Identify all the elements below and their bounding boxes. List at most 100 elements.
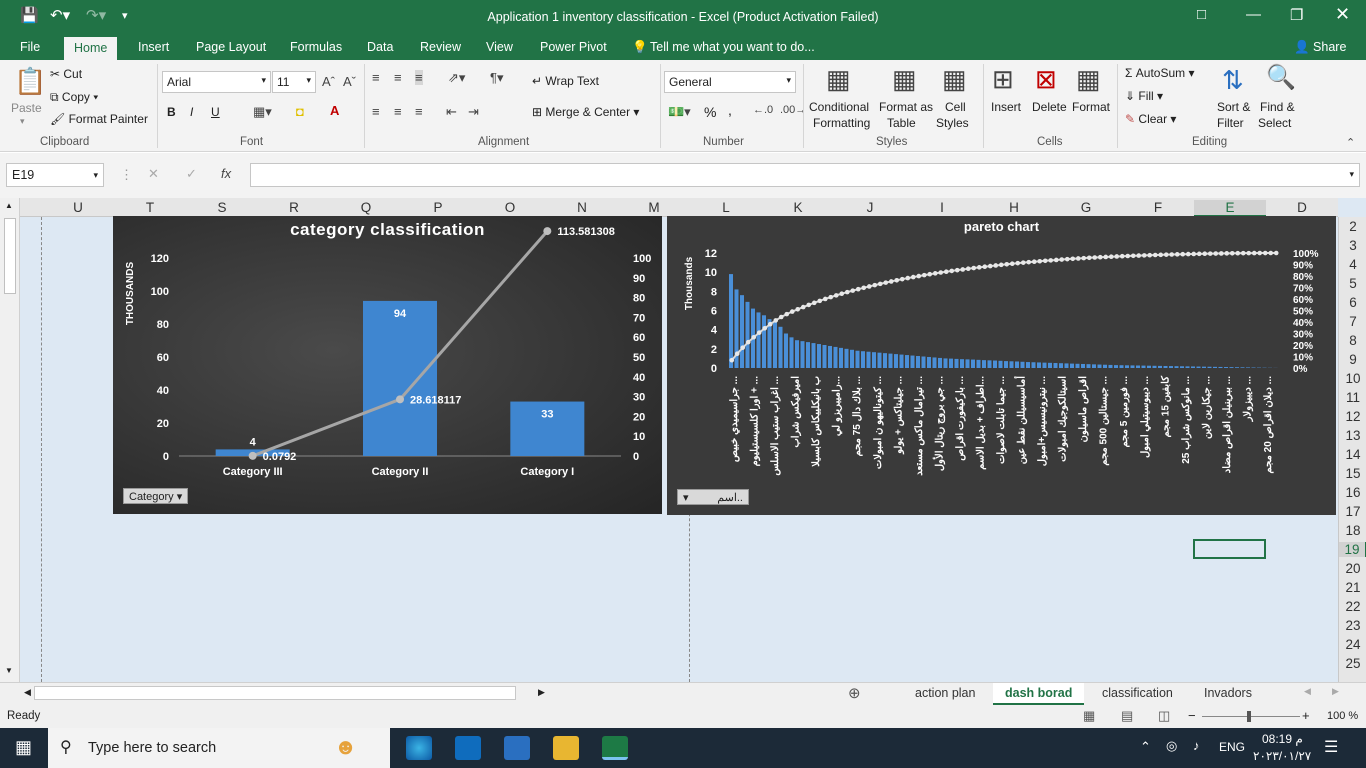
clock-date[interactable]: ٢٠٢٣/٠١/٢٧ [1253,749,1311,763]
clock-time[interactable]: 08:19 م [1262,732,1303,746]
scroll-up-icon[interactable]: ▲ [5,201,13,210]
cancel-icon[interactable]: ✕ [148,166,159,182]
enter-icon[interactable]: ✓ [186,166,197,182]
comma-button[interactable]: , [728,102,732,118]
column-header-P[interactable]: P [402,200,474,215]
align-center-icon[interactable]: ≡ [394,104,402,119]
row-header-5[interactable]: 5 [1339,276,1366,291]
font-color-icon[interactable]: A [330,103,339,118]
formula-input[interactable]: ▾ [250,163,1360,187]
zoom-out-icon[interactable]: − [1188,708,1196,723]
tab-view[interactable]: View [486,40,513,54]
maximize-icon[interactable]: ❐ [1290,6,1303,24]
sheet-tab-action-plan[interactable]: action plan [915,686,975,700]
page-layout-view-icon[interactable]: ▤ [1121,708,1133,724]
italic-button[interactable]: I [190,105,193,119]
column-header-S[interactable]: S [186,200,258,215]
cell-styles-label2[interactable]: Styles [936,116,969,130]
scroll-left-icon[interactable]: ◀ [24,687,31,698]
align-top-icon[interactable]: ≡ [372,70,380,85]
category-classification-chart[interactable]: category classification THOUSANDS 0 20 40 6… [113,216,662,514]
column-header-M[interactable]: M [618,200,690,215]
conditional-formatting-label[interactable]: Conditional [809,100,869,114]
collapse-ribbon-icon[interactable]: ⌃ [1346,136,1355,149]
row-header-9[interactable]: 9 [1339,352,1366,367]
font-name-combo[interactable]: Arial ▾ [162,71,271,93]
find-select-label2[interactable]: Select [1258,116,1291,130]
active-cell[interactable] [1193,539,1266,559]
fill-color-icon[interactable]: ◘ [296,104,304,119]
row-header-22[interactable]: 22 [1339,599,1366,614]
cut-button[interactable]: ✂ Cut [50,67,82,81]
increase-indent-icon[interactable]: ⇥ [468,104,479,120]
align-left-icon[interactable]: ≡ [372,104,380,119]
windows-start-icon[interactable]: ▦ [15,737,32,758]
pareto-chart[interactable]: pareto chart Thousands 0 2 4 6 8 10 12 0% 10% 20%… [667,216,1336,515]
tab-data[interactable]: Data [367,40,393,54]
tab-insert[interactable]: Insert [138,40,169,54]
horizontal-scrollbar[interactable] [34,686,516,700]
column-header-L[interactable]: L [690,200,762,215]
tab-page-layout[interactable]: Page Layout [196,40,266,54]
scroll-thumb[interactable] [4,218,16,294]
percent-button[interactable]: % [704,104,716,120]
column-header-N[interactable]: N [546,200,618,215]
merge-center-button[interactable]: ⊞ Merge & Center ▾ [532,105,639,119]
column-header-D[interactable]: D [1266,200,1338,215]
zoom-level[interactable]: 100 % [1327,710,1358,722]
row-header-10[interactable]: 10 [1339,371,1366,386]
row-header-14[interactable]: 14 [1339,447,1366,462]
sort-filter-label2[interactable]: Filter [1217,116,1244,130]
format-table-label2[interactable]: Table [887,116,916,130]
rtl-icon[interactable]: ¶▾ [490,70,504,86]
align-right-icon[interactable]: ≡ [415,104,423,119]
insert-cells-button[interactable]: Insert [991,100,1021,114]
store-icon[interactable] [504,736,530,760]
row-header-20[interactable]: 20 [1339,561,1366,576]
sort-filter-label[interactable]: Sort & [1217,100,1250,114]
column-header-E[interactable]: E [1194,200,1266,217]
row-header-7[interactable]: 7 [1339,314,1366,329]
column-header-G[interactable]: G [1050,200,1122,215]
sheet-tab-invadors[interactable]: Invadors [1204,686,1252,700]
column-header-O[interactable]: O [474,200,546,215]
sheet-tab-classification[interactable]: classification [1102,686,1173,700]
expand-formula-icon[interactable]: ▾ [1349,169,1354,180]
vertical-scrollbar[interactable]: ▲ ▼ [0,198,20,682]
align-middle-icon[interactable]: ≡ [394,70,402,85]
paste-button[interactable]: Paste [11,101,42,115]
number-format-combo[interactable]: General ▾ [664,71,796,93]
row-header-18[interactable]: 18 [1339,523,1366,538]
column-header-F[interactable]: F [1122,200,1194,215]
row-header-11[interactable]: 11 [1339,390,1366,405]
page-break-view-icon[interactable]: ◫ [1158,708,1170,724]
edge-icon[interactable] [406,736,432,760]
copy-button[interactable]: ⧉ Copy ▾ [50,90,98,105]
format-painter-button[interactable]: 🖌 Format Painter [50,112,148,126]
font-size-combo[interactable]: 11 ▾ [272,71,316,93]
column-header-R[interactable]: R [258,200,330,215]
row-header-15[interactable]: 15 [1339,466,1366,481]
format-cells-button[interactable]: Format [1072,100,1110,114]
scroll-down-icon[interactable]: ▼ [5,666,13,675]
wrap-text-button[interactable]: ↵ Wrap Text [532,74,599,88]
tab-home[interactable]: Home [64,37,118,60]
row-header-2[interactable]: 2 [1339,219,1366,234]
mail-icon[interactable] [455,736,481,760]
row-header-12[interactable]: 12 [1339,409,1366,424]
row-header-8[interactable]: 8 [1339,333,1366,348]
excel-icon[interactable] [602,736,628,760]
align-bottom-icon[interactable]: ≡ [415,70,423,85]
ribbon-display-icon[interactable]: □ [1197,6,1206,23]
zoom-in-icon[interactable]: + [1302,708,1310,723]
orientation-icon[interactable]: ⇗▾ [448,70,465,86]
name-box[interactable]: E19 ▾ [6,163,104,187]
column-header-K[interactable]: K [762,200,834,215]
tab-review[interactable]: Review [420,40,461,54]
fill-button[interactable]: ⇓ Fill ▾ [1125,89,1163,103]
tab-file[interactable]: File [20,40,40,54]
share-button[interactable]: 👤 Share [1294,40,1346,55]
paste-icon[interactable]: 📋 [14,66,46,97]
row-header-19[interactable]: 19 [1339,542,1366,557]
zoom-slider-thumb[interactable] [1247,711,1251,722]
